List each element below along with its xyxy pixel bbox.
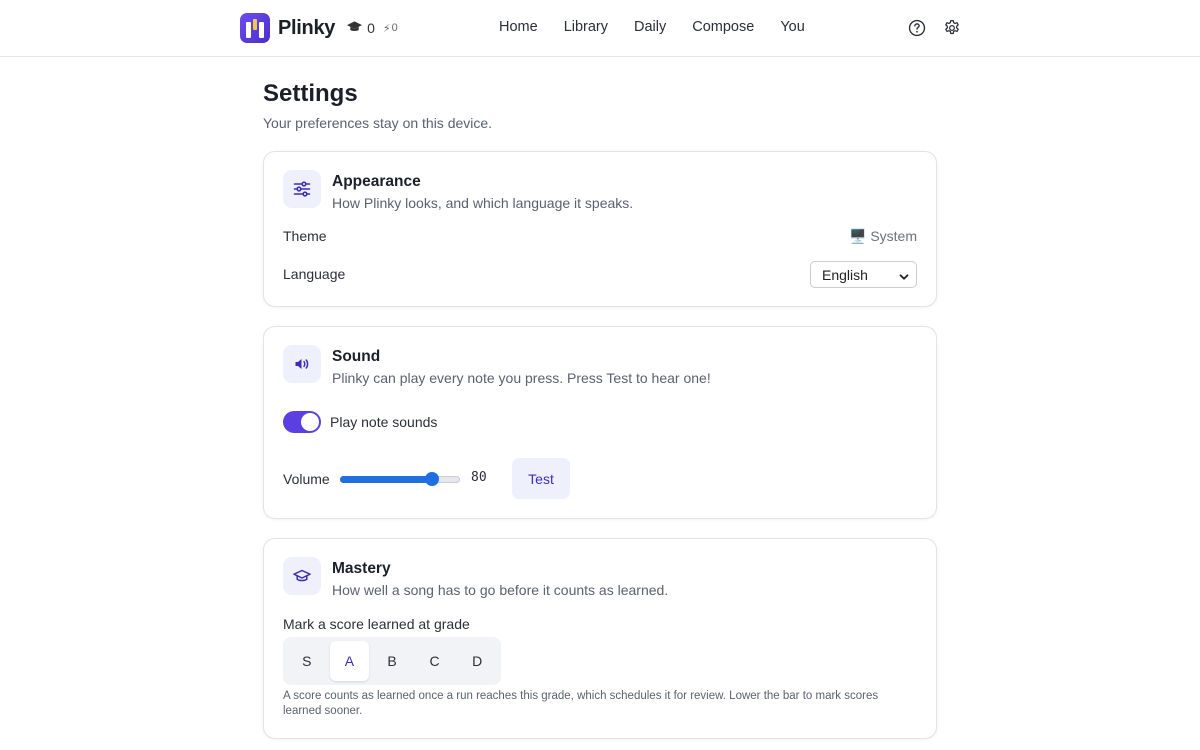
- play-note-sounds-label: Play note sounds: [330, 414, 438, 430]
- page-subtitle: Your preferences stay on this device.: [263, 115, 493, 131]
- mastery-header: Mastery How well a song has to go before…: [283, 557, 668, 598]
- test-sound-button[interactable]: Test: [512, 458, 570, 499]
- streak-count: 0: [391, 22, 398, 34]
- sound-title: Sound: [332, 348, 381, 365]
- nav-library[interactable]: Library: [551, 19, 621, 35]
- appearance-card: Appearance How Plinky looks, and which l…: [263, 151, 937, 307]
- theme-label: Theme: [283, 228, 327, 244]
- grade-option-b[interactable]: B: [372, 641, 412, 681]
- toggle-knob: [301, 413, 319, 431]
- volume-value: 80: [471, 470, 487, 485]
- appearance-description: How Plinky looks, and which language it …: [332, 195, 634, 211]
- sound-description: Plinky can play every note you press. Pr…: [332, 370, 711, 386]
- main-nav: Home Library Daily Compose You: [486, 19, 818, 35]
- grade-option-d[interactable]: D: [457, 641, 497, 681]
- volume-slider-fill: [340, 476, 432, 483]
- learned-count: 0: [367, 20, 375, 36]
- gear-icon[interactable]: [942, 18, 961, 37]
- language-label: Language: [283, 266, 346, 282]
- speaker-icon: [283, 345, 321, 383]
- help-circle-icon[interactable]: [907, 18, 926, 37]
- streak-counter: ⚡ 0: [383, 22, 398, 35]
- volume-slider[interactable]: [340, 472, 460, 486]
- lightning-icon: ⚡: [382, 22, 391, 35]
- language-select[interactable]: English: [810, 261, 917, 288]
- nav-daily[interactable]: Daily: [621, 19, 679, 35]
- appearance-title: Appearance: [332, 173, 421, 190]
- sound-header: Sound Plinky can play every note you pre…: [283, 345, 711, 386]
- chevron-down-icon: [899, 269, 909, 285]
- page-title: Settings: [263, 80, 358, 107]
- mastery-description: How well a song has to go before it coun…: [332, 582, 669, 598]
- grade-help-text: A score counts as learned once a run rea…: [283, 690, 879, 717]
- play-note-sounds-toggle[interactable]: [283, 411, 321, 433]
- nav-you[interactable]: You: [767, 19, 817, 35]
- appearance-header: Appearance How Plinky looks, and which l…: [283, 170, 633, 211]
- learned-counter: 0: [347, 20, 375, 36]
- brand-name: Plinky: [278, 16, 336, 39]
- grade-option-s[interactable]: S: [287, 641, 327, 681]
- theme-value[interactable]: 🖥️ System: [849, 228, 917, 245]
- graduation-cap-icon: [347, 20, 363, 36]
- grade-label: Mark a score learned at grade: [283, 616, 470, 632]
- mastery-card: Mastery How well a song has to go before…: [263, 538, 937, 739]
- nav-home[interactable]: Home: [486, 19, 551, 35]
- sliders-icon: [283, 170, 321, 208]
- grade-option-a[interactable]: A: [329, 641, 370, 681]
- top-bar: Plinky 0 ⚡ 0 Home Library Daily Compose …: [0, 0, 1200, 57]
- header-actions: [907, 18, 961, 37]
- language-selected-value: English: [822, 266, 868, 283]
- grade-selector: S A B C D: [283, 637, 501, 685]
- volume-slider-thumb[interactable]: [424, 472, 439, 486]
- plinky-logo-icon: [240, 13, 270, 43]
- brand[interactable]: Plinky 0 ⚡ 0: [240, 13, 398, 43]
- sound-card: Sound Plinky can play every note you pre…: [263, 326, 937, 519]
- volume-label: Volume: [283, 471, 330, 487]
- mastery-title: Mastery: [332, 560, 391, 577]
- graduation-cap-icon: [283, 557, 321, 595]
- grade-option-c[interactable]: C: [415, 641, 455, 681]
- nav-compose[interactable]: Compose: [679, 19, 767, 35]
